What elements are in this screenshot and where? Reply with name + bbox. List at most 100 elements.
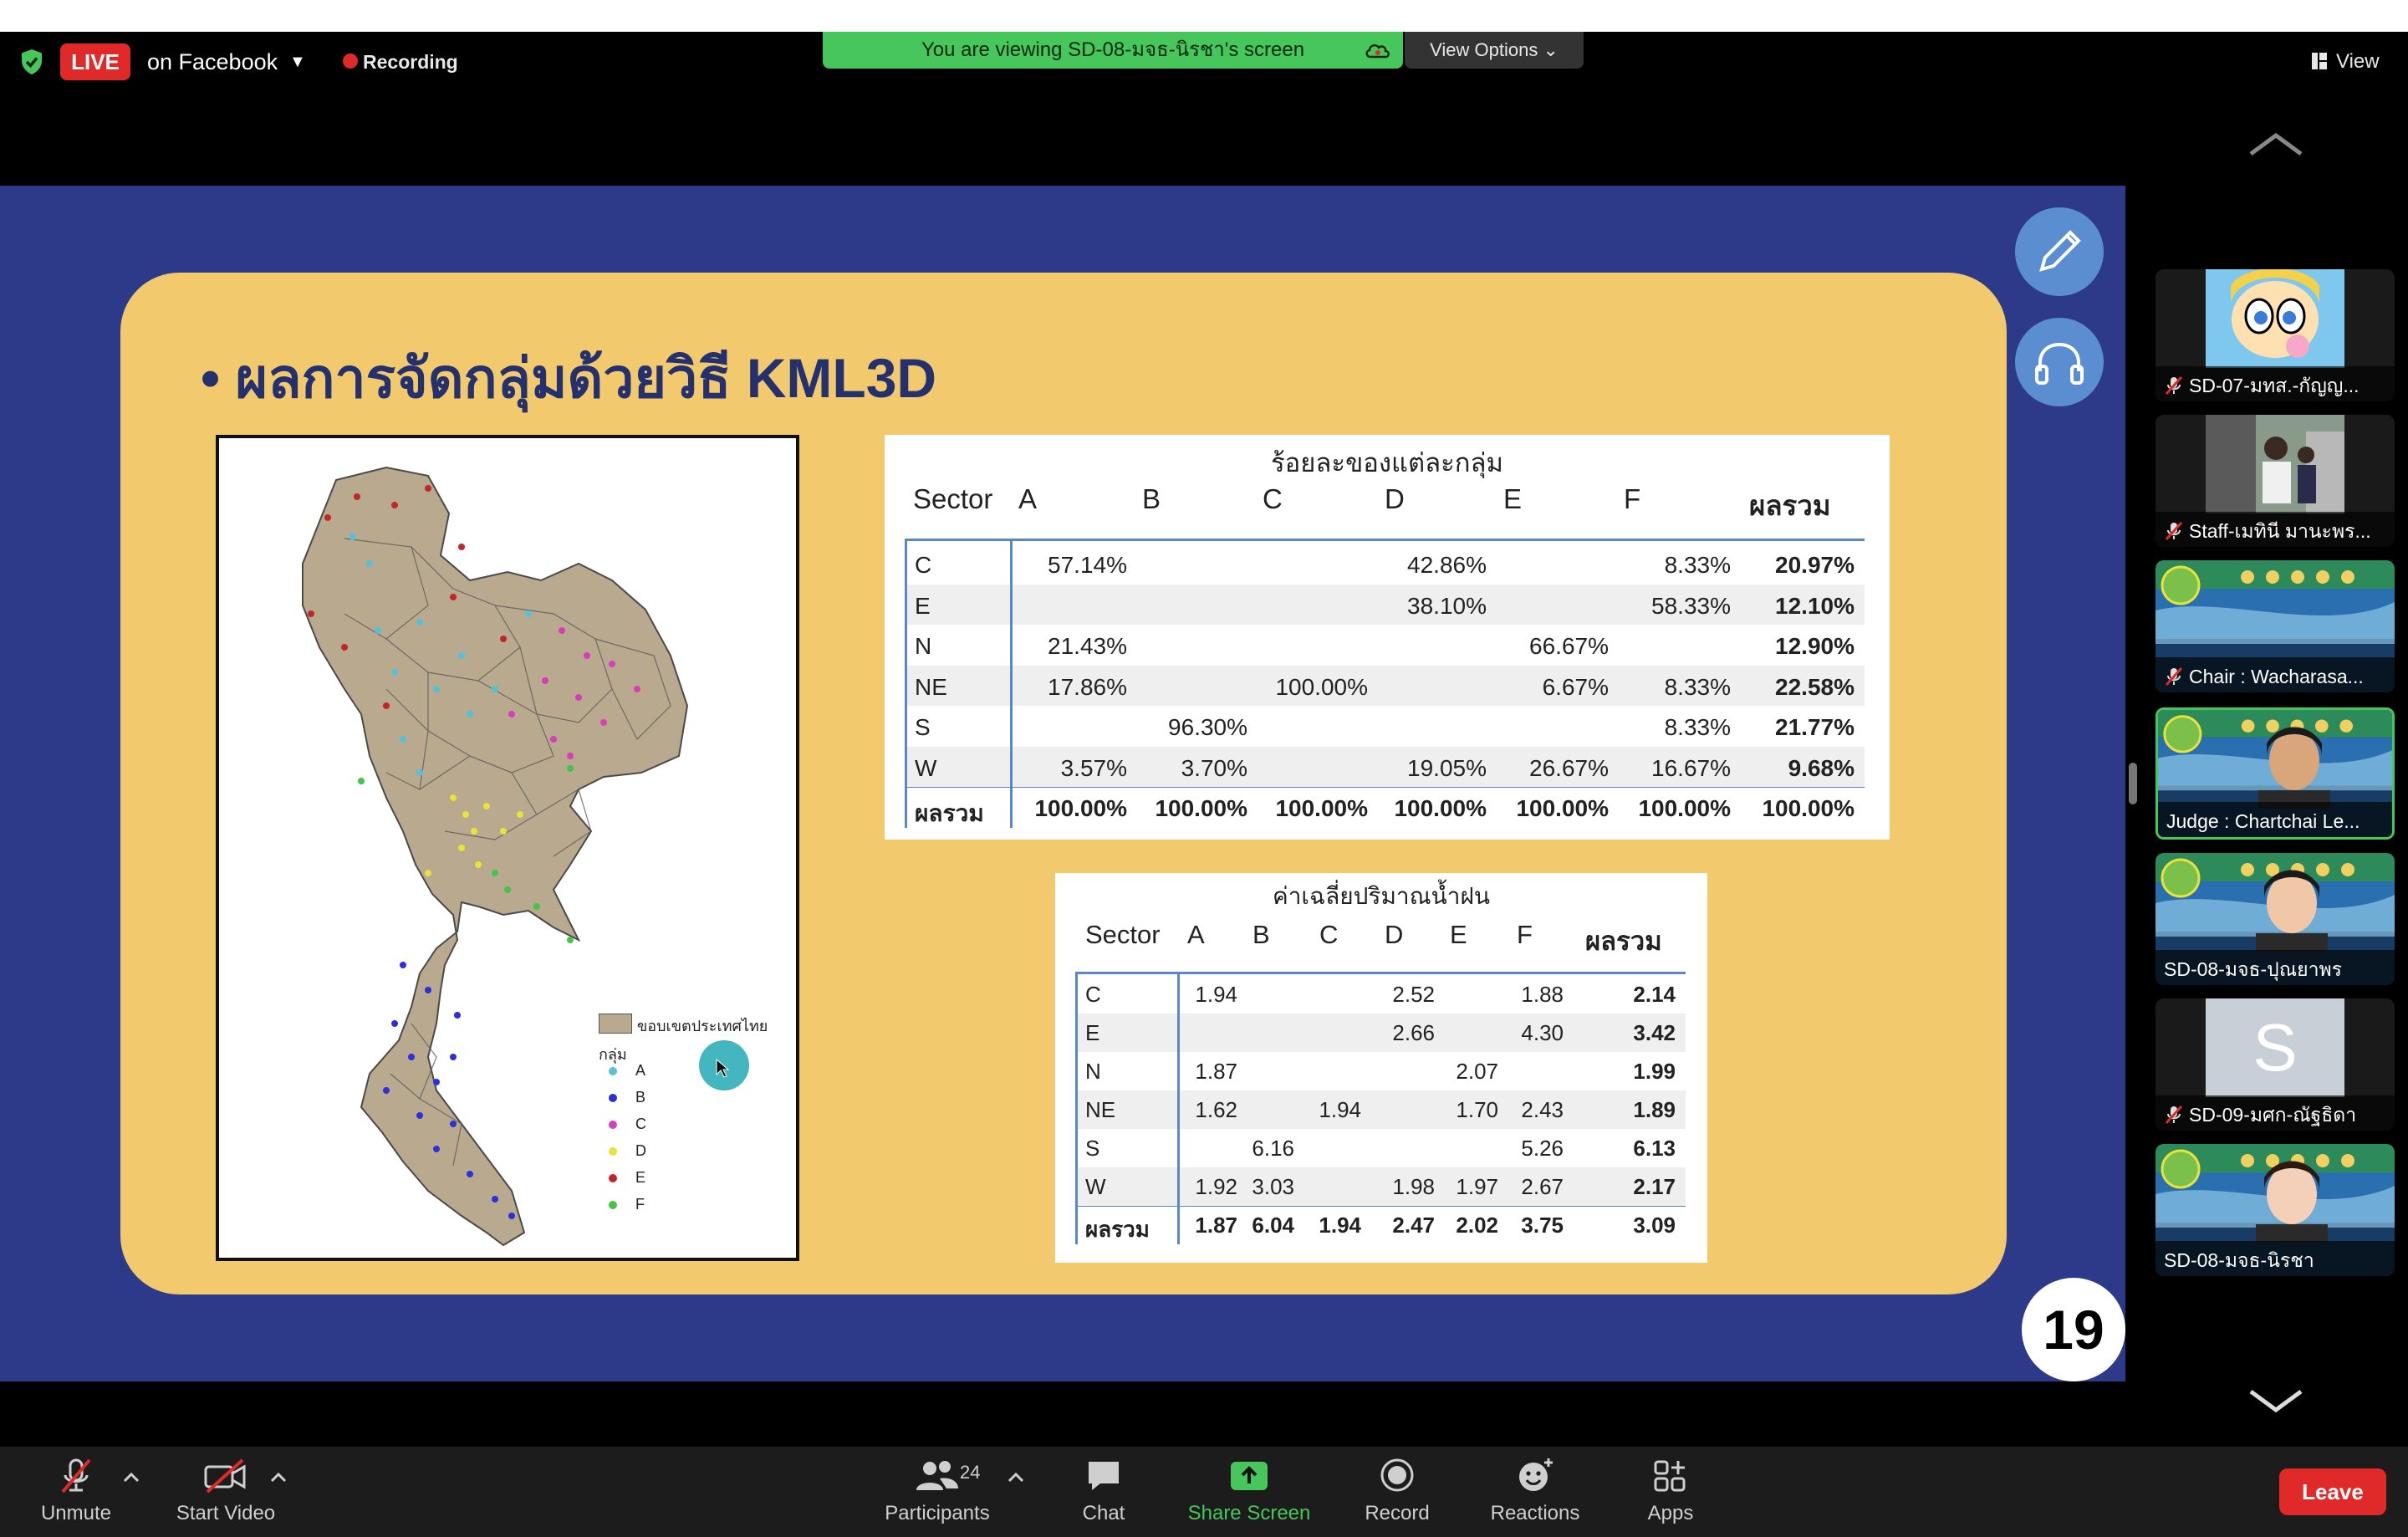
legend-item-d: D: [635, 1142, 646, 1159]
legend-boundary-label: ขอบเขตประเทศไทย: [637, 1018, 768, 1034]
chevron-up-icon[interactable]: [2246, 129, 2306, 159]
participant-tile[interactable]: Judge : Chartchai Le...: [2155, 707, 2395, 840]
table-cell: 21.43%: [1048, 633, 1127, 659]
sidebar-resize-handle[interactable]: [2129, 763, 2137, 804]
participant-name: Chair : Wacharasa...: [2189, 665, 2364, 687]
participant-video-thumbnail: [2258, 727, 2330, 809]
record-button[interactable]: Record: [1354, 1457, 1440, 1534]
participants-label: Participants: [885, 1502, 990, 1524]
participant-video-thumbnail: [2256, 870, 2328, 952]
table-cell: 1.94: [1319, 1097, 1361, 1122]
slide-page-number: 19: [2022, 1278, 2125, 1381]
participant-tile[interactable]: S SD-09-มศก-ณัฐธิดา: [2155, 998, 2395, 1131]
column-header: D: [1385, 483, 1405, 514]
participant-name: SD-08-มจธ-นิรชา: [2164, 1248, 2314, 1271]
participant-initial-avatar: S: [2206, 998, 2344, 1097]
table-cell: 21.77%: [1775, 714, 1854, 740]
table-cell: 12.10%: [1775, 592, 1854, 619]
live-destination[interactable]: on Facebook: [147, 43, 278, 80]
column-header: Sector: [913, 483, 993, 514]
view-grid-icon[interactable]: [2311, 52, 2328, 70]
table-cell: 2.43: [1521, 1097, 1564, 1122]
table-cell: 57.14%: [1048, 552, 1127, 578]
audio-options-caret-icon[interactable]: [122, 1472, 140, 1483]
shield-check-icon[interactable]: [17, 47, 47, 77]
participant-name-bar: SD-08-มจธ-ปุณยาพร: [2155, 950, 2395, 985]
column-header: A: [1187, 920, 1205, 949]
chevron-down-icon[interactable]: [2246, 1386, 2306, 1417]
table-title: ค่าเฉลี่ยปริมาณน้ำฝน: [1272, 883, 1491, 909]
participant-name-bar: SD-08-มจธ-นิรชา: [2155, 1241, 2395, 1276]
chat-label: Chat: [1082, 1502, 1125, 1524]
live-badge[interactable]: LIVE: [60, 43, 130, 80]
participant-name: Judge : Chartchai Le...: [2166, 809, 2360, 832]
chat-button[interactable]: Chat: [1070, 1457, 1137, 1534]
recording-label[interactable]: Recording: [363, 43, 458, 80]
cloud-icon: [1365, 43, 1390, 59]
table-cell: 2.14: [1633, 982, 1676, 1007]
table-title: ร้อยละของแต่ละกลุ่ม: [1271, 448, 1503, 477]
legend-dot-e: [609, 1174, 617, 1182]
caret-down-icon[interactable]: ▼: [289, 43, 306, 80]
participant-tile[interactable]: Staff-เมทินี มานะพร...: [2155, 415, 2395, 547]
legend-item-b: B: [635, 1089, 646, 1106]
legend-item-f: F: [635, 1196, 645, 1213]
thailand-cluster-map: ขอบเขตประเทศไทย กลุ่ม A B C D E F: [216, 435, 799, 1261]
record-icon: [1380, 1458, 1414, 1492]
column-header: A: [1018, 483, 1038, 514]
unmute-button[interactable]: Unmute: [30, 1457, 122, 1534]
legend-dot-a: [609, 1067, 617, 1075]
table-cell: 22.58%: [1775, 673, 1854, 700]
table-cell: 3.03: [1252, 1174, 1294, 1199]
participant-video-thumbnail: [2206, 269, 2344, 368]
column-header: ผลรวม: [1585, 927, 1662, 956]
participant-tile[interactable]: SD-08-มจธ-นิรชา: [2155, 1144, 2395, 1276]
leave-button[interactable]: Leave: [2279, 1468, 2386, 1515]
left-rule: [905, 539, 907, 828]
view-button[interactable]: View: [2336, 43, 2380, 80]
table-cell: 2.17: [1633, 1174, 1676, 1199]
start-video-button[interactable]: Start Video: [167, 1457, 284, 1534]
row-label: N: [1085, 1059, 1101, 1084]
legend-item-c: C: [635, 1116, 646, 1132]
table-cell: 1.87: [1195, 1059, 1237, 1084]
legend-item-a: A: [635, 1062, 646, 1079]
mic-muted-icon: [2165, 375, 2183, 395]
row-label: S: [1085, 1136, 1100, 1161]
rain-table: ค่าเฉลี่ยปริมาณน้ำฝน Sector A B C D E F ผลรวม C 1.…: [1055, 873, 1707, 1263]
total-rule: [905, 787, 1865, 788]
column-header: B: [1252, 920, 1270, 949]
table-cell: 1.62: [1195, 1097, 1237, 1122]
share-screen-button[interactable]: Share Screen: [1182, 1457, 1316, 1534]
chat-icon: [1089, 1462, 1119, 1490]
reactions-button[interactable]: Reactions: [1482, 1457, 1589, 1534]
mic-muted-icon: [2165, 1105, 2183, 1124]
table-cell: 6.16: [1252, 1136, 1294, 1161]
table-cell: 20.97%: [1775, 552, 1854, 578]
recording-dot-icon: [343, 54, 358, 69]
participant-tile[interactable]: SD-08-มจธ-ปุณยาพร: [2155, 853, 2395, 985]
audio-button[interactable]: [2015, 318, 2104, 406]
view-options-button[interactable]: View Options ⌄: [1405, 32, 1584, 69]
video-options-caret-icon[interactable]: [269, 1472, 288, 1483]
column-header: B: [1142, 483, 1161, 514]
apps-button[interactable]: Apps: [1635, 1457, 1706, 1534]
annotate-button[interactable]: [2015, 207, 2104, 296]
row-label: S: [915, 714, 931, 740]
column-header: C: [1319, 920, 1339, 949]
participant-name-bar: Staff-เมทินี มานะพร...: [2155, 512, 2395, 547]
participant-tile[interactable]: SD-07-มทส.-กัญญ...: [2155, 269, 2395, 401]
total-rule: [1075, 1206, 1686, 1207]
table-cell: 1.94: [1195, 982, 1237, 1007]
table-cell: 2.52: [1392, 982, 1435, 1007]
column-header: F: [1517, 920, 1533, 949]
participants-options-caret-icon[interactable]: [1007, 1472, 1025, 1483]
participant-name: SD-07-มทส.-กัญญ...: [2189, 374, 2360, 396]
record-label: Record: [1365, 1502, 1430, 1524]
table-cell: 1.89: [1633, 1097, 1676, 1122]
legend-item-e: E: [635, 1169, 646, 1186]
participants-button[interactable]: 24 Participants: [875, 1457, 1000, 1534]
reactions-label: Reactions: [1490, 1502, 1580, 1524]
participant-tile[interactable]: Chair : Wacharasa...: [2155, 560, 2395, 692]
column-header: E: [1503, 483, 1523, 514]
